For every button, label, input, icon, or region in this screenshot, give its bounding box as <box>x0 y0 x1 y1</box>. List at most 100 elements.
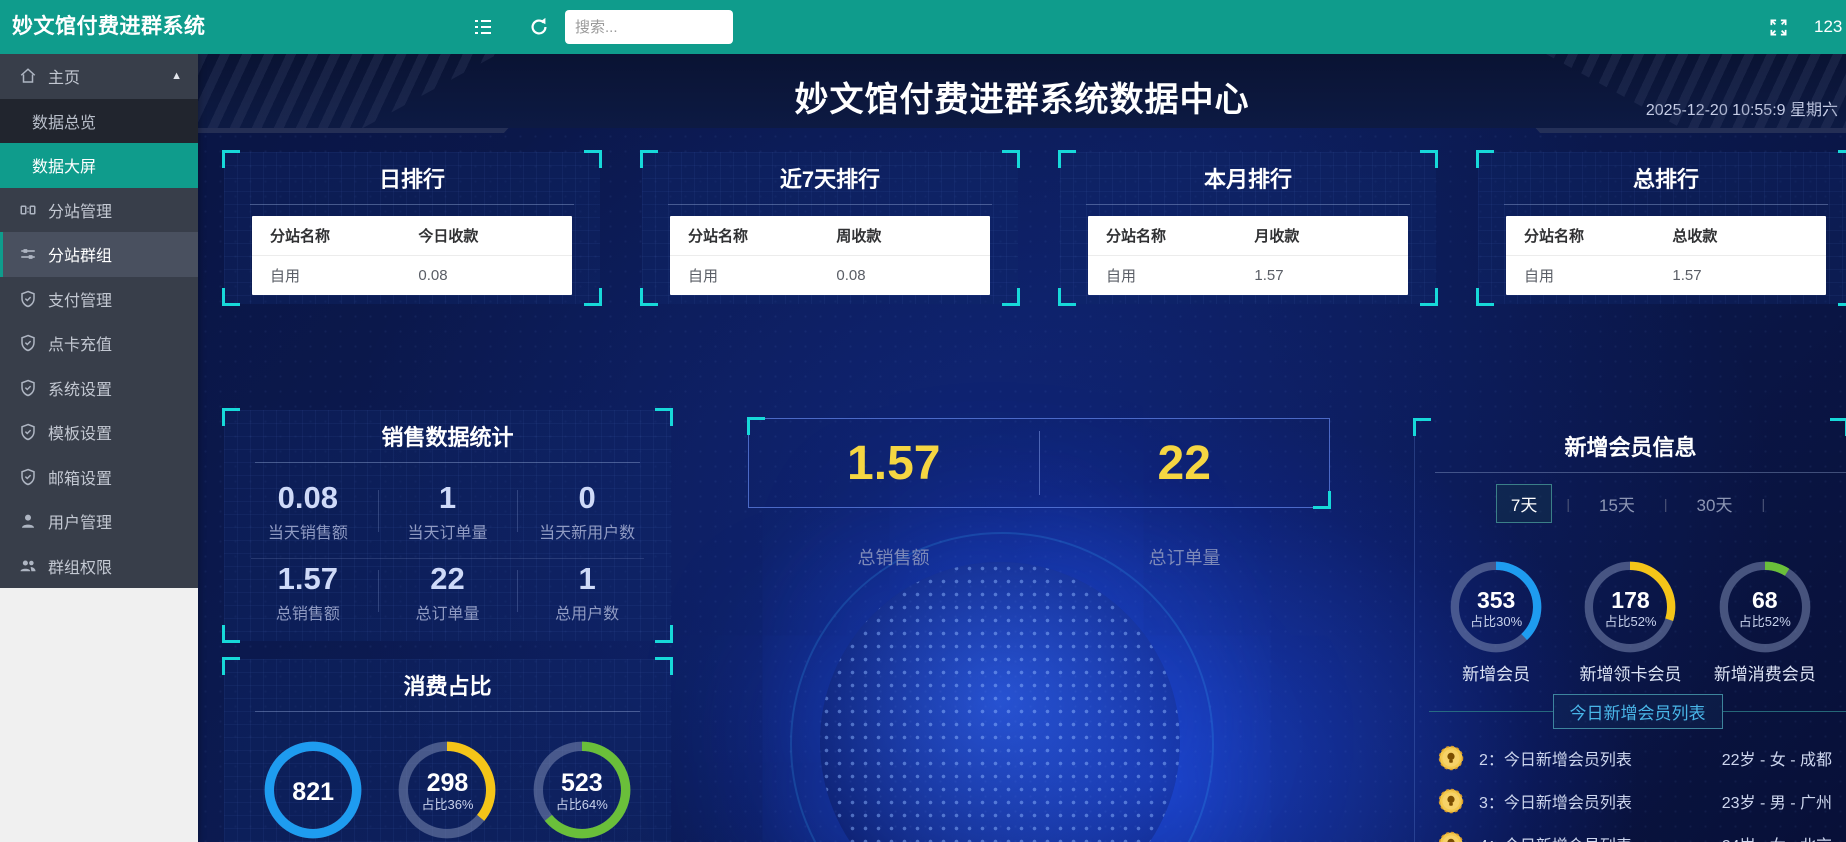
sidebar-item-user-manage[interactable]: 用户管理 <box>0 499 198 544</box>
caret-up-icon: ▲ <box>171 70 182 82</box>
station-name-cell: 自用 <box>252 265 418 286</box>
sidebar-item-system-settings[interactable]: 系统设置 <box>0 366 198 411</box>
corner-bracket-decoration <box>640 288 658 306</box>
grid-icon <box>18 200 38 220</box>
sidebar-item-data-screen[interactable]: 数据大屏 <box>0 143 198 188</box>
sidebar-item-card-recharge[interactable]: 点卡充值 <box>0 321 198 366</box>
refresh-icon[interactable] <box>528 0 550 54</box>
corner-bracket-decoration <box>1420 288 1438 306</box>
sidebar-item-substation-groups[interactable]: 分站群组 <box>0 232 198 277</box>
medal-icon <box>1437 787 1465 815</box>
dashboard-header: 妙文馆付费进群系统数据中心 2025-12-20 10:55:9 星期六 <box>198 54 1846 128</box>
member-ring-label: 新增消费会员 <box>1698 660 1831 685</box>
total-orders-value: 22 <box>1040 419 1330 507</box>
column-header: 分站名称 <box>1088 225 1254 246</box>
stat-value: 1 <box>439 481 456 515</box>
sidebar-item-template-settings[interactable]: 模板设置 <box>0 410 198 455</box>
corner-bracket-decoration <box>222 150 240 168</box>
sidebar-item-substation-manage[interactable]: 分站管理 <box>0 188 198 233</box>
ranking-card-title: 近7天排行 <box>642 162 1018 194</box>
sidebar-item-payment-manage[interactable]: 支付管理 <box>0 277 198 322</box>
total-sales-value: 1.57 <box>749 419 1039 507</box>
sidebar-item-label: 点卡充值 <box>48 331 112 355</box>
sidebar-item-label: 模板设置 <box>48 420 112 444</box>
column-header: 总收款 <box>1672 225 1826 246</box>
member-row-detail: 23岁 - 男 - 广州 <box>1722 789 1832 813</box>
sales-stat: 22总订单量 <box>378 553 518 634</box>
member-row-label: 4：今日新增会员列表 <box>1479 832 1632 842</box>
divider <box>1086 204 1409 205</box>
today-members-button[interactable]: 今日新增会员列表 <box>1553 694 1723 729</box>
sidebar-item-group-permissions[interactable]: 群组权限 <box>0 544 198 589</box>
table-row: 自用0.08 <box>252 256 572 295</box>
sidebar-item-email-settings[interactable]: 邮箱设置 <box>0 455 198 500</box>
sidebar-item-label: 数据总览 <box>32 109 96 133</box>
stat-value: 0.08 <box>278 481 338 515</box>
new-members-panel: 新增会员信息 7天|15天|30天| 353占比30%178占比52%68占比5… <box>1414 420 1846 842</box>
corner-bracket-decoration <box>222 625 240 643</box>
divider <box>250 204 573 205</box>
donut-ring: 523占比64% <box>530 738 634 842</box>
sidebar-item-label: 系统设置 <box>48 376 112 400</box>
username[interactable]: 123 <box>1814 0 1846 54</box>
sales-stat: 1当天订单量 <box>378 472 518 553</box>
menu-collapse-icon[interactable] <box>472 0 494 54</box>
tab-30天[interactable]: 30天 <box>1682 484 1748 523</box>
corner-bracket-decoration <box>1002 288 1020 306</box>
corner-bracket-decoration <box>1413 418 1431 436</box>
corner-bracket-decoration <box>1313 491 1331 509</box>
consumption-rings: 821298占比36%523占比64% <box>224 738 671 842</box>
sidebar-item-data-overview[interactable]: 数据总览 <box>0 99 198 144</box>
station-name-cell: 自用 <box>1506 265 1672 286</box>
column-header: 分站名称 <box>670 225 836 246</box>
ring-percent: 占比36% <box>395 794 499 813</box>
sidebar-item-home[interactable]: 主页▲ <box>0 54 198 99</box>
table-row: 自用1.57 <box>1506 256 1826 295</box>
fullscreen-icon[interactable] <box>1769 0 1788 54</box>
ranking-card-daily: 日排行分站名称今日收款自用0.08 <box>224 152 600 304</box>
sidebar-item-label: 群组权限 <box>48 554 112 578</box>
member-row-detail: 24岁 - 女 - 北京 <box>1722 832 1832 842</box>
search-input[interactable] <box>565 10 733 44</box>
ring-percent: 占比52% <box>1716 611 1814 630</box>
amount-cell: 0.08 <box>418 267 572 284</box>
member-list-row: 2：今日新增会员列表22岁 - 女 - 成都 <box>1437 736 1832 779</box>
sidebar-item-label: 邮箱设置 <box>48 465 112 489</box>
member-ring-label: 新增会员 <box>1430 660 1563 685</box>
new-members-title: 新增会员信息 <box>1415 430 1846 462</box>
divider <box>1723 711 1846 712</box>
table-row: 自用0.08 <box>670 256 990 295</box>
tab-7天[interactable]: 7天 <box>1496 484 1552 523</box>
member-rings: 353占比30%178占比52%68占比52% <box>1415 558 1846 656</box>
amount-cell: 1.57 <box>1254 267 1408 284</box>
corner-bracket-decoration <box>1838 288 1846 306</box>
corner-bracket-decoration <box>1838 150 1846 168</box>
tab-15天[interactable]: 15天 <box>1584 484 1650 523</box>
stat-value: 1.57 <box>278 562 338 596</box>
donut-ring: 178占比52% <box>1581 558 1679 656</box>
column-header: 今日收款 <box>418 225 572 246</box>
shield-check-icon <box>18 378 38 398</box>
sidebar-item-label: 用户管理 <box>48 509 112 533</box>
ring-percent: 占比52% <box>1581 611 1679 630</box>
corner-bracket-decoration <box>222 288 240 306</box>
donut-ring: 821 <box>261 738 365 842</box>
corner-bracket-decoration <box>1830 418 1846 436</box>
sales-stat: 0当天新用户数 <box>517 472 657 553</box>
sales-stat: 0.08当天销售额 <box>238 472 378 553</box>
corner-bracket-decoration <box>655 657 673 675</box>
amount-cell: 1.57 <box>1672 267 1826 284</box>
member-ring-labels: 新增会员新增领卡会员新增消费会员 <box>1415 660 1846 685</box>
corner-bracket-decoration <box>640 150 658 168</box>
users-icon <box>18 556 38 576</box>
member-row-label: 2：今日新增会员列表 <box>1479 746 1632 770</box>
divider <box>255 462 639 463</box>
column-header: 月收款 <box>1254 225 1408 246</box>
table-header-row: 分站名称周收款 <box>670 216 990 256</box>
ranking-card-total: 总排行分站名称总收款自用1.57 <box>1478 152 1846 304</box>
corner-bracket-decoration <box>747 417 765 435</box>
total-sales-label: 总销售额 <box>748 544 1039 570</box>
shield-check-icon <box>18 333 38 353</box>
corner-bracket-decoration <box>655 625 673 643</box>
amount-cell: 0.08 <box>836 267 990 284</box>
